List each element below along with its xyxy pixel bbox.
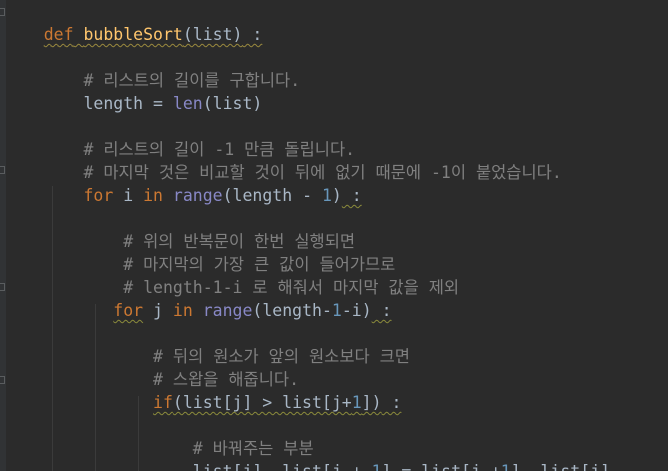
code-line-comment[interactable]: # 마지막 것은 비교할 것이 뒤에 없기 때문에 -1이 붙었습니다. bbox=[4, 138, 562, 182]
keyword-if: if bbox=[153, 393, 173, 412]
code-line-if[interactable]: if(list[j] > list[j+1]) : bbox=[4, 368, 401, 412]
code-line-comment[interactable]: # 리스트의 길이 -1 만큼 돌립니다. bbox=[4, 115, 356, 159]
code-line-comment[interactable]: # length-1-i 로 해줘서 마지막 값을 제외 bbox=[4, 253, 459, 297]
swap-target: list[j + bbox=[282, 462, 371, 471]
colon: : bbox=[242, 25, 263, 44]
code-line-comment[interactable]: # 위의 반복문이 한번 실행되면 bbox=[4, 207, 355, 251]
keyword-in: in bbox=[172, 301, 193, 320]
if-condition: (list[j] > list[j+ bbox=[172, 393, 352, 412]
code-line-def[interactable]: def bubbleSort(list) : bbox=[4, 0, 263, 44]
range-args: (length - bbox=[222, 186, 322, 205]
builtin-range: range bbox=[192, 301, 253, 320]
bracket: ] bbox=[511, 462, 521, 471]
number: 1 bbox=[351, 393, 362, 412]
code-line-comment[interactable]: # 마지막의 가장 큰 값이 들어가므로 bbox=[4, 230, 395, 274]
comma: , bbox=[521, 462, 541, 471]
colon: : bbox=[371, 301, 392, 320]
colon: : bbox=[381, 393, 402, 412]
swap-value: list[j] bbox=[541, 462, 611, 471]
swap-assign: ] = list[j + bbox=[382, 462, 501, 471]
swap-target: list[j] bbox=[193, 462, 263, 471]
keyword-for: for bbox=[83, 186, 114, 205]
loop-var: i bbox=[113, 186, 144, 205]
function-name: bubbleSort bbox=[83, 25, 183, 44]
range-args-rest: -i) bbox=[341, 301, 372, 320]
code-line-for-i[interactable]: for i in range(length - 1) : bbox=[4, 161, 362, 205]
if-condition-rest: ]) bbox=[361, 393, 382, 412]
number: 1 bbox=[321, 186, 332, 205]
number: 1 bbox=[331, 301, 342, 320]
comma: , bbox=[262, 462, 282, 471]
range-args: (length- bbox=[252, 301, 332, 320]
close-paren: ) bbox=[331, 186, 342, 205]
code-line-swap[interactable]: list[j], list[j + 1] = list[j +1], list[… bbox=[4, 437, 610, 471]
code-line-length[interactable]: length = len(list) bbox=[4, 69, 263, 113]
keyword-def: def bbox=[43, 25, 74, 44]
number: 1 bbox=[372, 462, 382, 471]
keyword-in: in bbox=[143, 186, 163, 205]
call-args: (list) bbox=[202, 94, 263, 113]
builtin-range: range bbox=[163, 186, 223, 205]
code-line-comment[interactable]: # 바꿔주는 부분 bbox=[4, 414, 314, 458]
number: 1 bbox=[501, 462, 511, 471]
code-line-comment[interactable]: # 스왑을 해줍니다. bbox=[4, 345, 299, 389]
keyword-for: for bbox=[113, 301, 144, 320]
function-params: (list) bbox=[182, 25, 243, 44]
code-editor[interactable]: def bubbleSort(list) : # 리스트의 길이를 구합니다. … bbox=[0, 0, 668, 471]
code-line-for-j[interactable]: for j in range(length-1-i) : bbox=[4, 276, 391, 320]
code-line-comment[interactable]: # 뒤의 원소가 앞의 원소보다 크면 bbox=[4, 322, 410, 366]
loop-var: j bbox=[143, 301, 173, 320]
assignment: length = bbox=[83, 94, 173, 113]
builtin-len: len bbox=[172, 94, 203, 113]
colon: : bbox=[341, 186, 362, 205]
code-line-comment[interactable]: # 리스트의 길이를 구합니다. bbox=[4, 46, 301, 90]
